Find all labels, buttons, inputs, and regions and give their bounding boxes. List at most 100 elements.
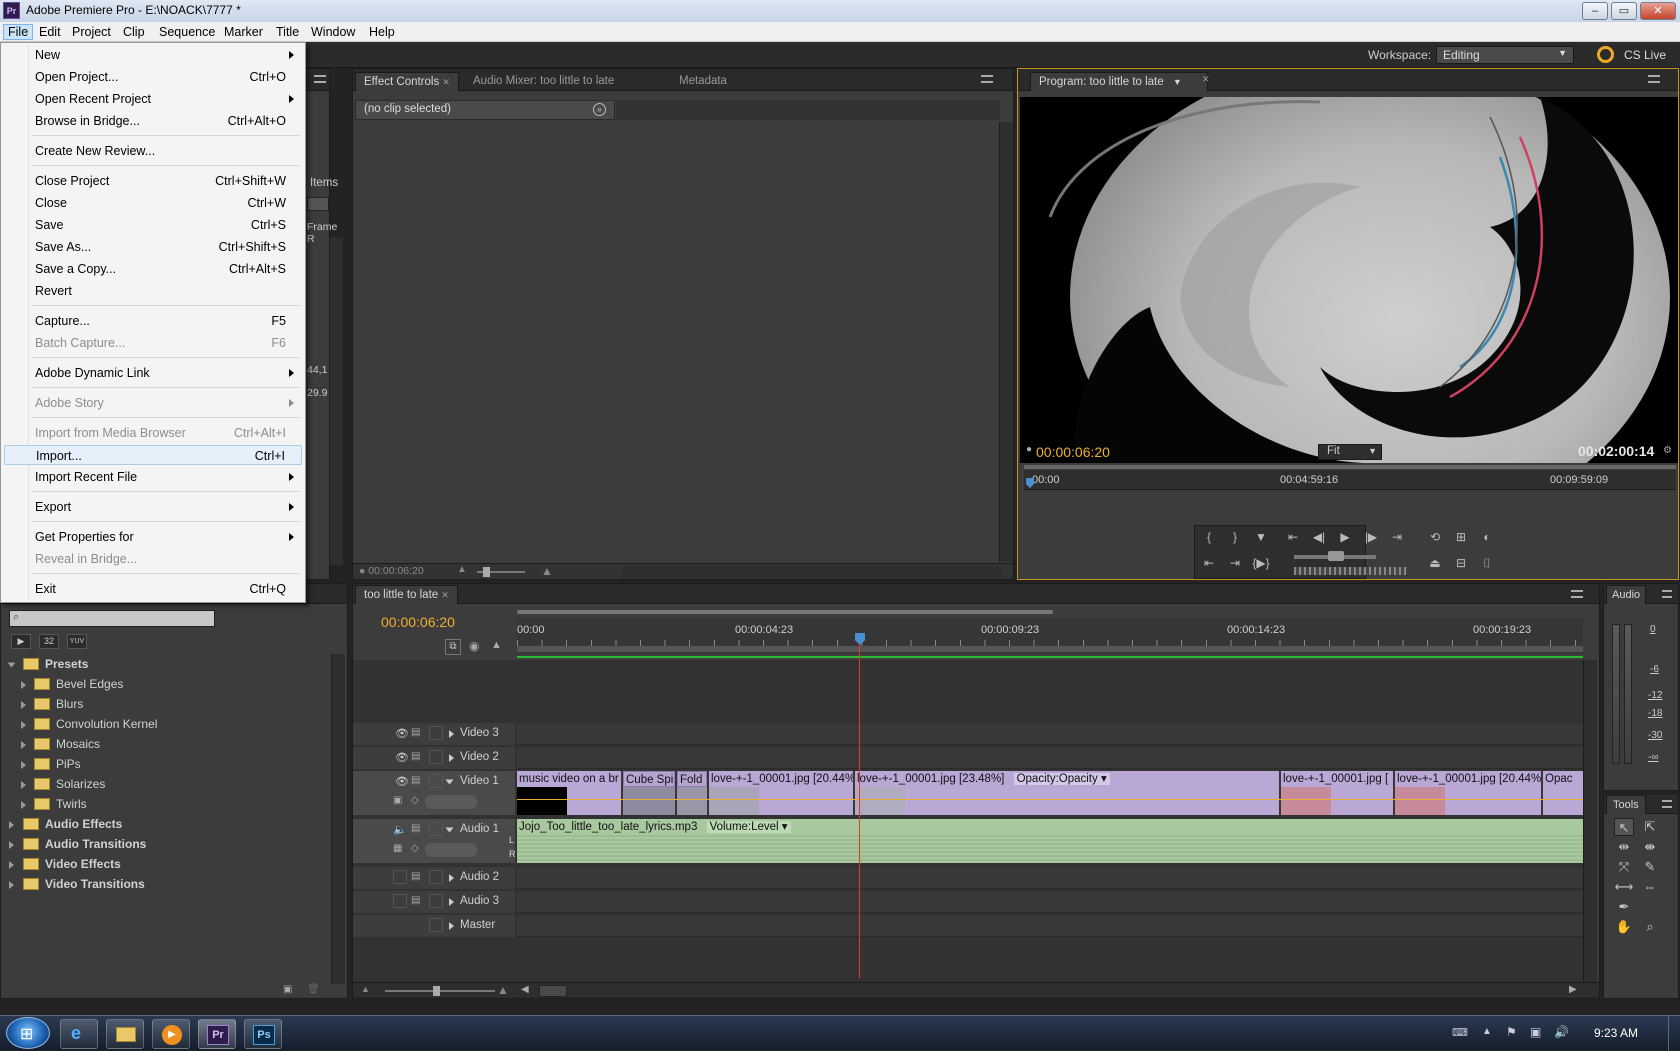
zoom-tool-icon[interactable]: ⌕	[1640, 918, 1660, 936]
menu-item-browse-in-bridge[interactable]: Browse in Bridge... Ctrl+Alt+O	[4, 111, 302, 131]
slip-tool-icon[interactable]: ⟷	[1614, 878, 1634, 896]
tree-item-pips[interactable]: PiPs	[1, 754, 331, 774]
tree-item-bevel-edges[interactable]: Bevel Edges	[1, 674, 331, 694]
collapse-triangle-icon[interactable]	[445, 827, 454, 833]
opacity-rubberband[interactable]	[517, 799, 1583, 800]
mark-out-icon[interactable]: }	[1224, 528, 1246, 546]
tab-audio-mixer[interactable]: Audio Mixer: too little to late	[465, 72, 622, 91]
menu-sequence[interactable]: Sequence	[155, 24, 219, 40]
keyframe-nav-control[interactable]	[425, 795, 477, 809]
tree-item-twirls[interactable]: Twirls	[1, 794, 331, 814]
track-lock-toggle[interactable]	[429, 870, 443, 884]
close-icon[interactable]: ✕	[441, 590, 449, 600]
menu-item-export[interactable]: Export	[4, 497, 302, 517]
export-frame-icon[interactable]: ⌷	[1476, 554, 1498, 572]
rolling-edit-tool-icon[interactable]: ⇼	[1640, 838, 1660, 856]
close-button[interactable]: ✕	[1640, 2, 1676, 20]
cs-live-icon[interactable]	[1597, 46, 1614, 63]
video-clip[interactable]: music video on a br	[517, 771, 621, 787]
track-lock-toggle[interactable]	[429, 750, 443, 764]
close-icon[interactable]: ✕	[442, 77, 450, 87]
video-clip[interactable]: love-+-1_00001.jpg [20.44%	[709, 771, 853, 787]
new-bin-icon[interactable]: ▣	[283, 984, 292, 995]
track-lock-toggle[interactable]	[429, 918, 443, 932]
minimize-button[interactable]: –	[1582, 2, 1608, 20]
taskbar-media-player[interactable]: ▶	[152, 1019, 190, 1049]
menu-item-exit[interactable]: Exit Ctrl+Q	[4, 579, 302, 599]
track-mute-toggle[interactable]	[393, 894, 407, 908]
program-video-frame[interactable]	[1020, 97, 1678, 463]
sync-lock-icon[interactable]: ▤	[411, 895, 420, 906]
expand-triangle-icon[interactable]	[21, 741, 26, 749]
expand-triangle-icon[interactable]	[9, 821, 14, 829]
menu-item-save-as[interactable]: Save As... Ctrl+Shift+S	[4, 237, 302, 257]
track-lane-audio-3[interactable]	[517, 891, 1583, 913]
track-lane-audio-1[interactable]: Jojo_Too_little_too_late_lyrics.mp3 Volu…	[509, 819, 1583, 863]
menu-edit[interactable]: Edit	[35, 24, 65, 40]
menu-item-capture[interactable]: Capture... F5	[4, 311, 302, 331]
step-back-icon[interactable]: ◀|	[1308, 528, 1330, 546]
panel-menu-icon[interactable]	[981, 75, 993, 83]
scroll-right-icon[interactable]: ▶	[1569, 984, 1577, 995]
mark-in-icon[interactable]: {	[1198, 528, 1220, 546]
menu-item-get-properties-for[interactable]: Get Properties for	[4, 527, 302, 547]
keyframe-nav-control[interactable]	[425, 843, 477, 857]
menu-clip[interactable]: Clip	[119, 24, 149, 40]
audio-clip[interactable]: Jojo_Too_little_too_late_lyrics.mp3 Volu…	[517, 819, 1583, 835]
sync-lock-icon[interactable]: ▤	[411, 823, 420, 834]
lift-icon[interactable]: ⏏	[1424, 554, 1446, 572]
effect-controls-hscroll[interactable]	[621, 566, 1001, 578]
menu-item-revert[interactable]: Revert	[4, 281, 302, 301]
volume-dropdown[interactable]: Volume:Level ▾	[706, 821, 791, 833]
menu-file[interactable]: File	[3, 24, 34, 40]
tree-item-video-transitions[interactable]: Video Transitions	[1, 874, 331, 894]
timeline-hscroll-thumb[interactable]	[539, 985, 567, 997]
play-in-to-out-icon[interactable]: {▶}	[1250, 554, 1272, 572]
timeline-zoom-slider-handle[interactable]	[433, 986, 440, 996]
panel-menu-icon[interactable]	[1648, 75, 1660, 83]
settings-icon[interactable]: ⚙	[1663, 445, 1672, 456]
go-to-in-icon[interactable]: ⇤	[1282, 528, 1304, 546]
program-current-timecode[interactable]: 00:00:06:20	[1036, 444, 1110, 460]
menu-item-adobe-dynamic-link[interactable]: Adobe Dynamic Link	[4, 363, 302, 383]
rate-stretch-tool-icon[interactable]: ⤧	[1614, 858, 1634, 876]
chevron-down-icon[interactable]: ▼	[1173, 77, 1182, 87]
action-center-flag-icon[interactable]: ⚑	[1506, 1025, 1517, 1039]
expand-triangle-icon[interactable]	[449, 922, 454, 930]
taskbar-photoshop[interactable]: Ps	[244, 1019, 282, 1049]
expand-triangle-icon[interactable]	[21, 701, 26, 709]
eye-icon[interactable]: 👁	[395, 727, 409, 740]
zoom-in-icon[interactable]: ▲	[541, 564, 553, 578]
menu-item-create-new-review[interactable]: Create New Review...	[4, 141, 302, 161]
play-icon[interactable]: ▶	[1334, 528, 1356, 546]
track-select-tool-icon[interactable]: ⇱	[1640, 818, 1660, 836]
eye-icon[interactable]: 👁	[395, 751, 409, 764]
timeline-zoom-bar-fill[interactable]	[517, 610, 1053, 614]
set-encore-marker-icon[interactable]: ◉	[469, 639, 479, 653]
tab-metadata[interactable]: Metadata	[671, 72, 735, 91]
expand-triangle-icon[interactable]	[449, 754, 454, 762]
tree-item-audio-effects[interactable]: Audio Effects	[1, 814, 331, 834]
timeline-time-ruler[interactable]: 00:00 00:00:04:23 00:00:09:23 00:00:14:2…	[517, 618, 1583, 654]
go-to-next-edit-icon[interactable]: ⇥	[1224, 554, 1246, 572]
menu-item-save-a-copy[interactable]: Save a Copy... Ctrl+Alt+S	[4, 259, 302, 279]
menu-project[interactable]: Project	[68, 24, 115, 40]
tree-item-mosaics[interactable]: Mosaics	[1, 734, 331, 754]
expand-triangle-icon[interactable]	[9, 861, 14, 869]
video-clip[interactable]: love-+-1_00001.jpg [	[1281, 771, 1393, 787]
video-clip[interactable]: love-+-1_00001.jpg [23.48%] Opacity:Opac…	[855, 771, 1279, 787]
track-lock-toggle[interactable]	[429, 726, 443, 740]
scroll-left-icon[interactable]: ◀	[521, 984, 529, 995]
playhead-icon[interactable]	[1026, 478, 1034, 488]
extract-icon[interactable]: ⊟	[1450, 554, 1472, 572]
transition-clip[interactable]: Cube Spin	[623, 771, 675, 787]
taskbar-premiere[interactable]: Pr	[198, 1019, 236, 1049]
tree-item-solarizes[interactable]: Solarizes	[1, 774, 331, 794]
menu-title[interactable]: Title	[272, 24, 303, 40]
razor-tool-icon[interactable]: ✎	[1640, 858, 1660, 876]
start-button[interactable]: ⊞	[6, 1017, 50, 1049]
timeline-playhead-line[interactable]	[859, 644, 860, 978]
zoom-slider-handle[interactable]	[483, 567, 490, 577]
effects-search-input[interactable]: ⌕	[9, 610, 215, 627]
panel-menu-icon[interactable]	[1662, 800, 1672, 808]
